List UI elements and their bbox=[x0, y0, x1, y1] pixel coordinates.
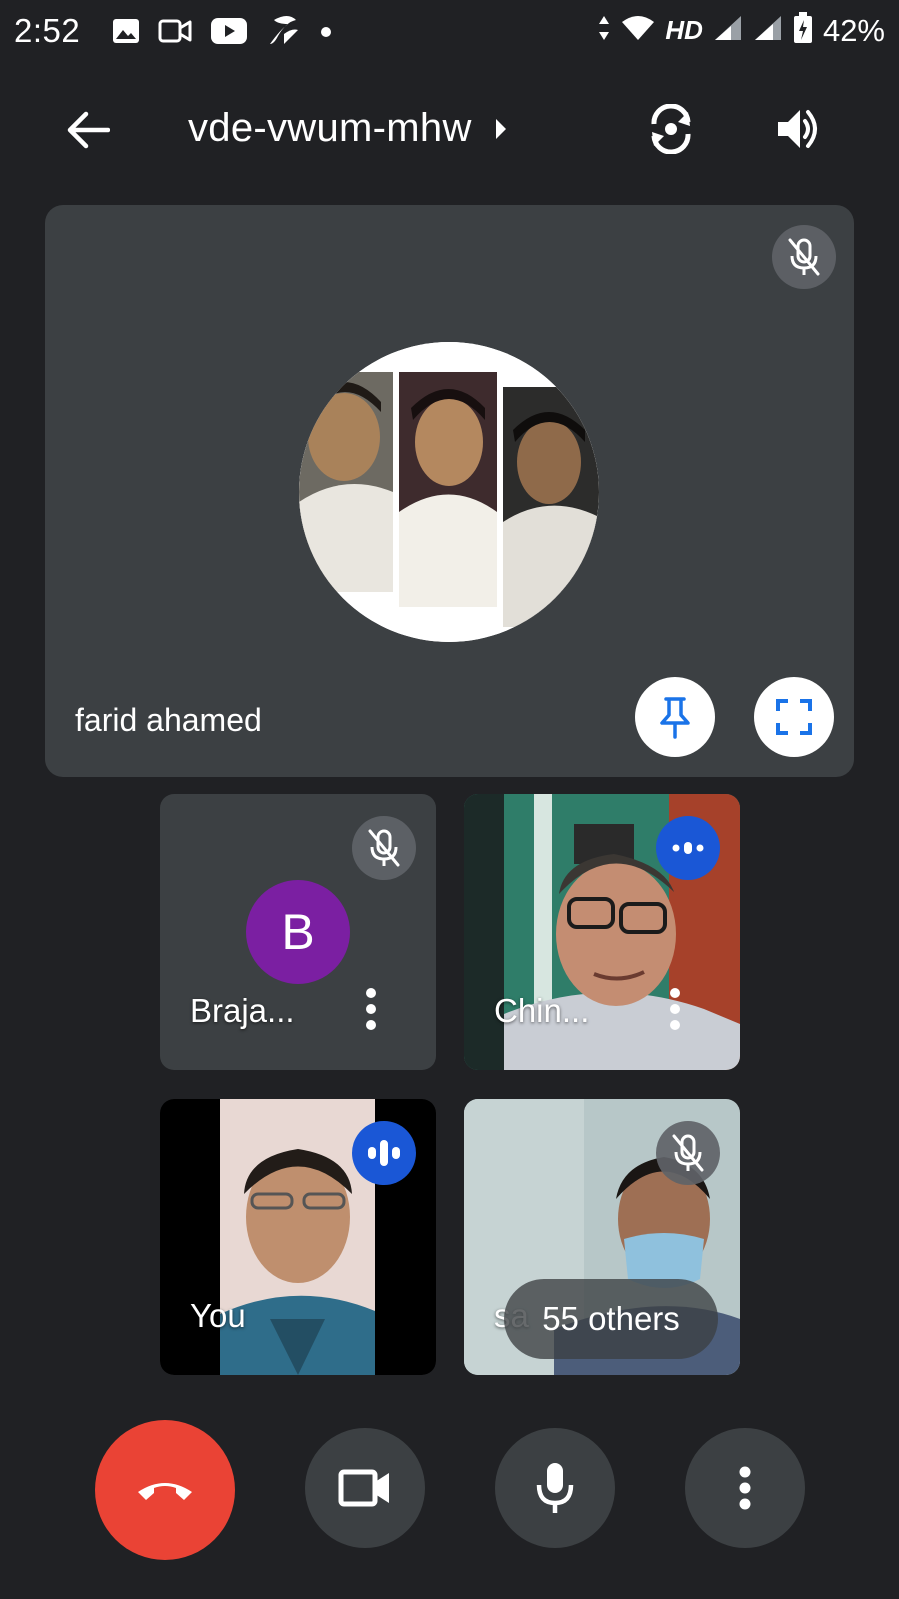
mic-off-icon bbox=[368, 829, 400, 867]
pin-icon bbox=[660, 697, 690, 739]
muted-indicator bbox=[656, 1121, 720, 1185]
participant-tile-others[interactable]: sa 55 others bbox=[464, 1099, 740, 1375]
data-arrows-icon bbox=[597, 14, 611, 47]
muted-indicator bbox=[352, 816, 416, 880]
audio-level-icon bbox=[672, 842, 704, 854]
video-icon bbox=[158, 18, 192, 49]
status-bar: 2:52 HD 42% bbox=[0, 0, 899, 64]
participant-tile-you[interactable]: You bbox=[160, 1099, 436, 1375]
meeting-code-button[interactable]: vde-vwum-mhw bbox=[188, 106, 508, 151]
back-arrow-icon bbox=[67, 111, 110, 149]
camera-button[interactable] bbox=[305, 1428, 425, 1548]
participant-name: You bbox=[190, 1297, 246, 1334]
others-count-pill[interactable]: 55 others bbox=[504, 1279, 718, 1359]
participant-name: Braja... bbox=[190, 992, 295, 1029]
youtube-icon bbox=[210, 17, 248, 50]
status-time: 2:52 bbox=[14, 12, 81, 49]
end-call-button[interactable] bbox=[95, 1420, 235, 1560]
camera-icon bbox=[338, 1469, 389, 1507]
app-icon bbox=[266, 14, 302, 53]
participant-tile-braja[interactable]: B Braja... bbox=[160, 794, 436, 1070]
more-options-icon[interactable] bbox=[664, 984, 686, 1034]
dot-icon bbox=[320, 25, 332, 43]
call-controls bbox=[0, 1420, 899, 1560]
speaking-indicator bbox=[352, 1121, 416, 1185]
system-status-icons: HD 42% bbox=[597, 12, 885, 49]
mic-button[interactable] bbox=[495, 1428, 615, 1548]
network-type: HD bbox=[665, 15, 703, 45]
fullscreen-icon bbox=[776, 699, 812, 735]
more-options-icon bbox=[739, 1466, 751, 1510]
signal-icon bbox=[753, 14, 783, 47]
speaking-indicator bbox=[656, 816, 720, 880]
participant-name: Chin... bbox=[494, 992, 590, 1029]
switch-camera-button[interactable] bbox=[640, 98, 702, 160]
pin-button[interactable] bbox=[635, 677, 715, 757]
profile-photo bbox=[299, 342, 599, 642]
mic-icon bbox=[536, 1463, 574, 1513]
mic-off-icon bbox=[788, 238, 820, 276]
battery-icon bbox=[793, 12, 813, 49]
more-options-button[interactable] bbox=[685, 1428, 805, 1548]
meeting-top-bar: vde-vwum-mhw bbox=[0, 80, 899, 180]
muted-indicator bbox=[772, 225, 836, 289]
notification-icons bbox=[112, 14, 332, 53]
main-participant-tile[interactable]: farid ahamed bbox=[45, 205, 854, 777]
more-options-icon[interactable] bbox=[360, 984, 382, 1034]
fullscreen-button[interactable] bbox=[754, 677, 834, 757]
audio-level-icon bbox=[368, 1140, 400, 1166]
back-button[interactable] bbox=[60, 102, 116, 158]
speaker-icon bbox=[778, 110, 817, 148]
battery-percent: 42% bbox=[822, 12, 885, 48]
end-call-icon bbox=[138, 1483, 192, 1500]
mic-off-icon bbox=[672, 1134, 704, 1172]
participant-tile-chin[interactable]: Chin... bbox=[464, 794, 740, 1070]
gallery-icon bbox=[112, 18, 140, 49]
wifi-icon bbox=[621, 14, 655, 47]
signal-icon bbox=[713, 14, 743, 47]
caret-right-icon bbox=[494, 117, 508, 141]
avatar: B bbox=[246, 880, 350, 984]
switch-camera-icon bbox=[651, 104, 691, 154]
meeting-code: vde-vwum-mhw bbox=[188, 106, 472, 150]
participant-name: farid ahamed bbox=[75, 702, 262, 738]
speaker-button[interactable] bbox=[768, 98, 830, 160]
